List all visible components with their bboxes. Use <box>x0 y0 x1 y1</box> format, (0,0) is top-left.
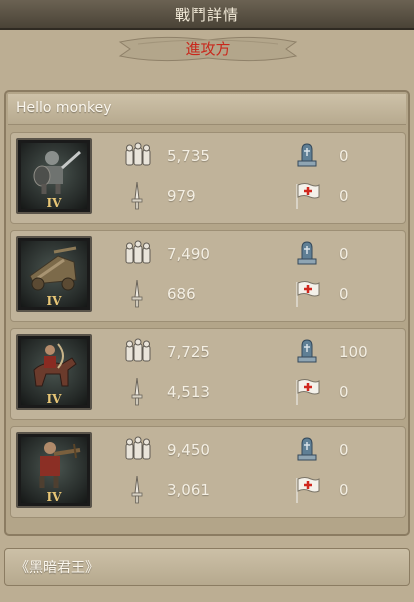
kill-count: 979 <box>167 187 196 205</box>
wounded-count: 0 <box>339 481 349 499</box>
crossbowman-portrait[interactable]: IV <box>16 432 92 508</box>
kill-count: 686 <box>167 285 196 303</box>
unit-row: IV 9,450 3,061 0 0 <box>10 426 406 518</box>
troop-count: 9,450 <box>167 441 210 459</box>
tier-label: IV <box>46 294 62 308</box>
title-bar: 戰鬥詳情 <box>0 0 414 30</box>
kill-count: 4,513 <box>167 383 210 401</box>
horse-archer-portrait[interactable]: IV <box>16 334 92 410</box>
red-cross-flag-icon <box>296 379 320 405</box>
player-name: Hello monkey <box>16 100 112 116</box>
tier-label: IV <box>46 196 62 210</box>
dead-count: 100 <box>339 343 368 361</box>
swordsman-portrait[interactable]: IV <box>16 138 92 214</box>
wounded-count: 0 <box>339 187 349 205</box>
dead-count: 0 <box>339 147 349 165</box>
soldiers-group-icon <box>125 436 151 460</box>
dead-count: 0 <box>339 441 349 459</box>
soldiers-group-icon <box>125 240 151 264</box>
player-name-bar: Hello monkey <box>8 94 406 125</box>
troop-count: 7,490 <box>167 245 210 263</box>
sword-icon <box>131 377 143 406</box>
gravestone-icon <box>297 241 317 265</box>
tier-label: IV <box>46 392 62 406</box>
siege-catapult-portrait[interactable]: IV <box>16 236 92 312</box>
unit-row: IV 7,490 686 0 0 <box>10 230 406 322</box>
wounded-count: 0 <box>339 383 349 401</box>
red-cross-flag-icon <box>296 183 320 209</box>
side-banner: 進攻方 <box>118 32 298 66</box>
sword-icon <box>131 279 143 308</box>
dead-count: 0 <box>339 245 349 263</box>
troop-count: 7,725 <box>167 343 210 361</box>
soldiers-group-icon <box>125 142 151 166</box>
next-section-label: 《黑暗君王》 <box>15 560 99 576</box>
soldiers-group-icon <box>125 338 151 362</box>
unit-row: IV 7,725 4,513 100 0 <box>10 328 406 420</box>
kill-count: 3,061 <box>167 481 210 499</box>
sword-icon <box>131 181 143 210</box>
unit-row: IV 5,735 979 0 0 <box>10 132 406 224</box>
troop-count: 5,735 <box>167 147 210 165</box>
next-section-header[interactable]: 《黑暗君王》 <box>4 548 410 586</box>
page-title: 戰鬥詳情 <box>174 6 239 24</box>
red-cross-flag-icon <box>296 477 320 503</box>
gravestone-icon <box>297 437 317 461</box>
sword-icon <box>131 475 143 504</box>
attacker-panel: Hello monkey IV 5,735 979 0 0 IV 7,490 6… <box>4 90 410 536</box>
gravestone-icon <box>297 143 317 167</box>
wounded-count: 0 <box>339 285 349 303</box>
attacker-label: 進攻方 <box>185 40 231 58</box>
tier-label: IV <box>46 490 62 504</box>
red-cross-flag-icon <box>296 281 320 307</box>
gravestone-icon <box>297 339 317 363</box>
